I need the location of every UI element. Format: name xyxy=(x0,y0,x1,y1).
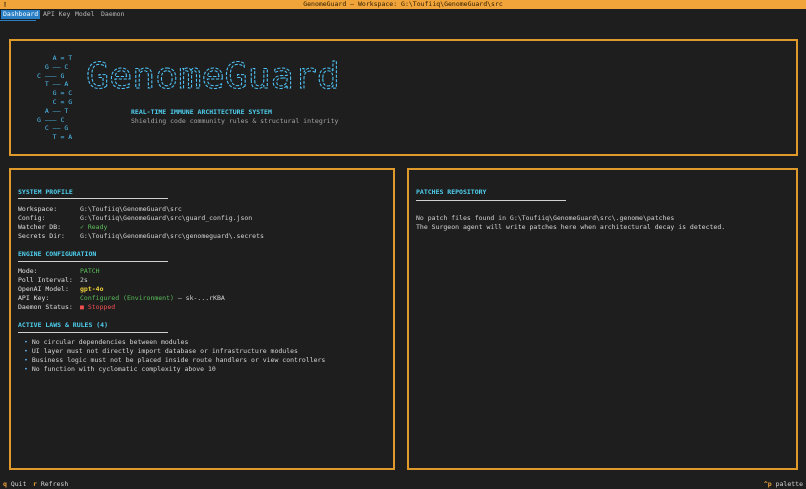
dna-line: T = A xyxy=(37,133,73,142)
dna-helix-art: A = T G —— C C ——— G T —— A G = C C = G … xyxy=(37,54,87,142)
patches-panel: PATCHES REPOSITORY No patch files found … xyxy=(407,168,798,470)
dna-line: C ——— G xyxy=(37,71,65,80)
banner-panel: A = T G —— C C ——— G T —— A G = C C = G … xyxy=(9,39,798,156)
dna-line: A —— T xyxy=(37,106,69,115)
patches-empty-message: No patch files found in G:\Toufiiq\Genom… xyxy=(416,214,675,222)
profile-panel: SYSTEM PROFILE Workspace: G:\Toufiiq\Gen… xyxy=(9,168,395,470)
rule-item: • No function with cyclomatic complexity… xyxy=(24,365,216,373)
banner-subtitle: Shielding code community rules & structu… xyxy=(131,117,339,125)
title-bar: ▯ GenomeGuard — Workspace: G:\Toufiiq\Ge… xyxy=(0,0,806,9)
dna-line: T —— A xyxy=(37,80,69,89)
quit-label: Quit xyxy=(10,480,27,488)
patches-title: PATCHES REPOSITORY xyxy=(416,188,487,196)
mode-label: Mode: xyxy=(18,267,38,275)
secrets-label: Secrets Dir: xyxy=(18,232,65,240)
model-label: OpenAI Model: xyxy=(18,285,69,293)
api-key-label: API Key: xyxy=(18,294,50,302)
refresh-key: r xyxy=(33,480,37,488)
dna-line: G ——— C xyxy=(37,115,65,124)
divider xyxy=(416,200,566,201)
dna-line: G —— C xyxy=(37,62,69,71)
dna-line: G = C xyxy=(37,89,73,98)
watcher-label: Watcher DB: xyxy=(18,223,62,231)
config-value: G:\Toufiiq\GenomeGuard\src\guard_config.… xyxy=(80,214,253,222)
footer-bar: q Quit r Refresh ^p palette xyxy=(0,480,806,489)
bullet-icon: • xyxy=(24,365,28,373)
daemon-status-value: ■ Stopped xyxy=(80,303,116,311)
dna-line: A = T xyxy=(37,54,73,62)
active-tab-indicator xyxy=(0,20,36,21)
patches-hint: The Surgeon agent will write patches her… xyxy=(416,223,726,231)
palette-key: ^p xyxy=(763,480,772,488)
api-key-status: Configured (Environment) xyxy=(80,294,174,302)
system-profile-title: SYSTEM PROFILE xyxy=(18,188,73,196)
tab-daemon[interactable]: Daemon xyxy=(99,10,126,19)
secrets-value: G:\Toufiiq\GenomeGuard\src\genomeguard\.… xyxy=(80,232,264,240)
banner-tagline: REAL-TIME IMMUNE ARCHITECTURE SYSTEM xyxy=(131,108,272,116)
api-key-masked: — sk-...rKBA xyxy=(173,294,225,302)
divider xyxy=(18,198,168,199)
api-key-value: Configured (Environment) — sk-...rKBA xyxy=(80,294,225,302)
tab-model[interactable]: Model xyxy=(73,10,97,19)
tab-dashboard[interactable]: Dashboard xyxy=(1,10,41,19)
bullet-icon: • xyxy=(24,356,28,364)
quit-key: q xyxy=(3,480,7,488)
tab-api-key[interactable]: API Key xyxy=(41,10,72,19)
refresh-shortcut[interactable]: r Refresh xyxy=(33,480,68,489)
quit-shortcut[interactable]: q Quit xyxy=(3,480,27,489)
watcher-status: ✓ Ready xyxy=(80,223,108,231)
bullet-icon: • xyxy=(24,347,28,355)
config-label: Config: xyxy=(18,214,46,222)
workspace-label: Workspace: xyxy=(18,205,58,213)
dna-line: C = G xyxy=(37,97,73,106)
palette-shortcut[interactable]: ^p palette xyxy=(764,480,803,489)
logo-text: GenomeGuard xyxy=(86,57,340,97)
rule-item: • No circular dependencies between modul… xyxy=(24,338,189,346)
genomeguard-logo: GenomeGuard xyxy=(86,57,341,97)
workspace-value: G:\Toufiiq\GenomeGuard\src xyxy=(80,205,182,213)
tab-bar: Dashboard API Key Model Daemon xyxy=(0,10,806,20)
bullet-icon: • xyxy=(24,338,28,346)
divider xyxy=(18,261,168,262)
model-value: gpt-4o xyxy=(80,285,104,293)
window-title: GenomeGuard — Workspace: G:\Toufiiq\Geno… xyxy=(303,0,503,8)
poll-interval-value: 2s xyxy=(80,276,88,284)
palette-label: palette xyxy=(775,480,803,488)
rules-title: ACTIVE LAWS & RULES (4) xyxy=(18,321,109,329)
refresh-label: Refresh xyxy=(40,480,69,488)
dna-line: C —— G xyxy=(37,124,69,133)
divider xyxy=(18,332,168,333)
daemon-status-label: Daemon Status: xyxy=(18,303,73,311)
engine-config-title: ENGINE CONFIGURATION xyxy=(18,250,97,258)
rule-item: • Business logic must not be placed insi… xyxy=(24,356,326,364)
mode-value: PATCH xyxy=(80,267,100,275)
poll-interval-label: Poll Interval: xyxy=(18,276,73,284)
rule-item: • UI layer must not directly import data… xyxy=(24,347,298,355)
